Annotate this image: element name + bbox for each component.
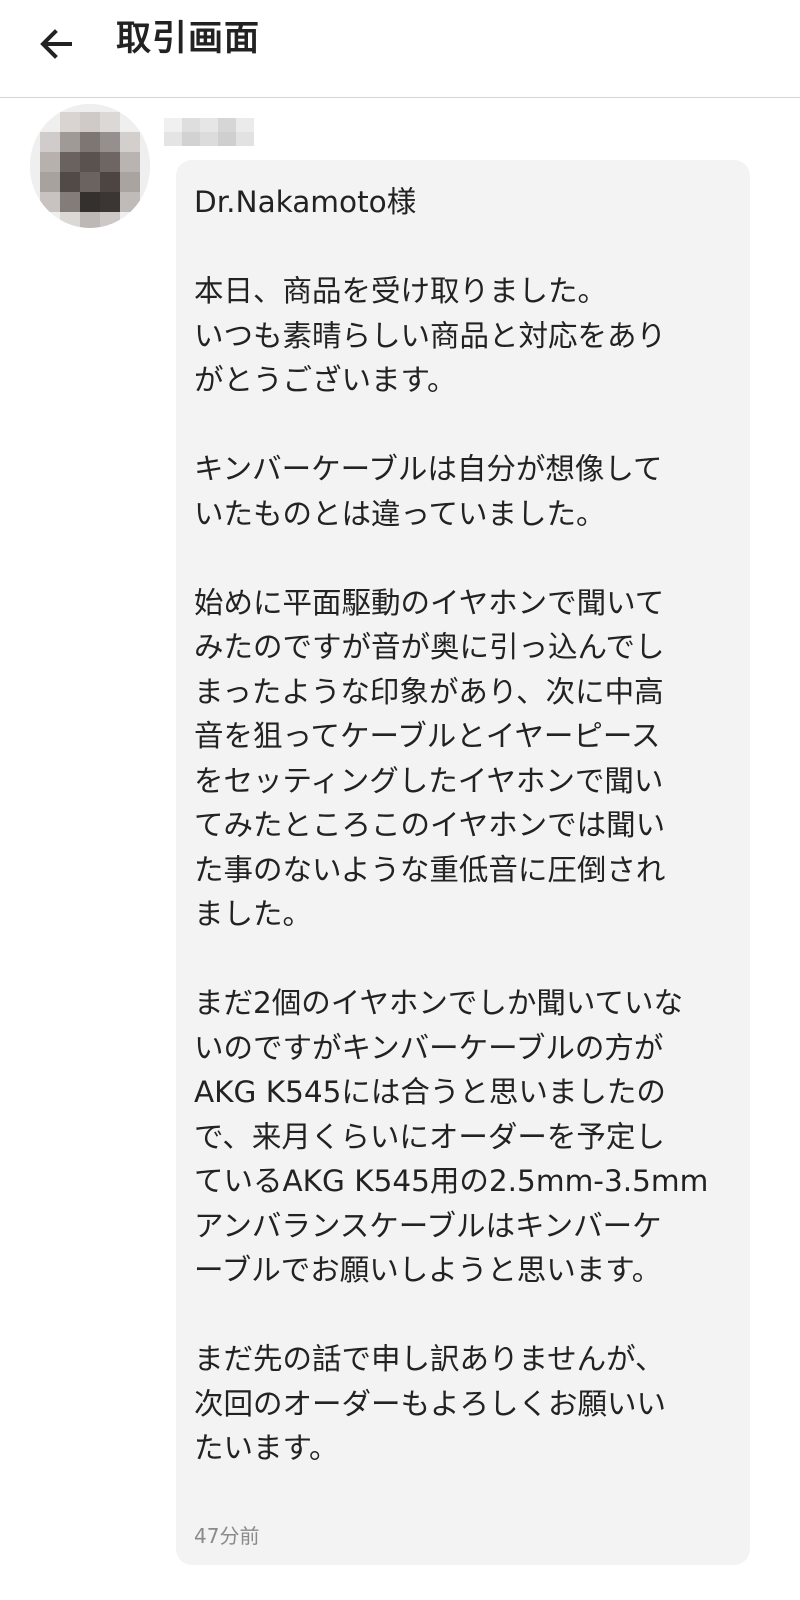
back-button[interactable] [28,16,84,72]
page-title: 取引画面 [116,19,261,59]
message-timestamp: 47分前 [194,1524,260,1548]
message-text: Dr.Nakamoto様 本日、商品を受け取りました。 いつも素晴らしい商品と対… [194,185,709,1465]
arrow-left-icon [40,29,72,59]
app-bar: 取引画面 [0,0,800,98]
message-bubble[interactable]: Dr.Nakamoto様 本日、商品を受け取りました。 いつも素晴らしい商品と対… [176,160,750,1565]
pixelated-avatar-image [30,104,150,228]
avatar[interactable] [30,104,150,228]
sender-name-pixelated [164,114,256,154]
